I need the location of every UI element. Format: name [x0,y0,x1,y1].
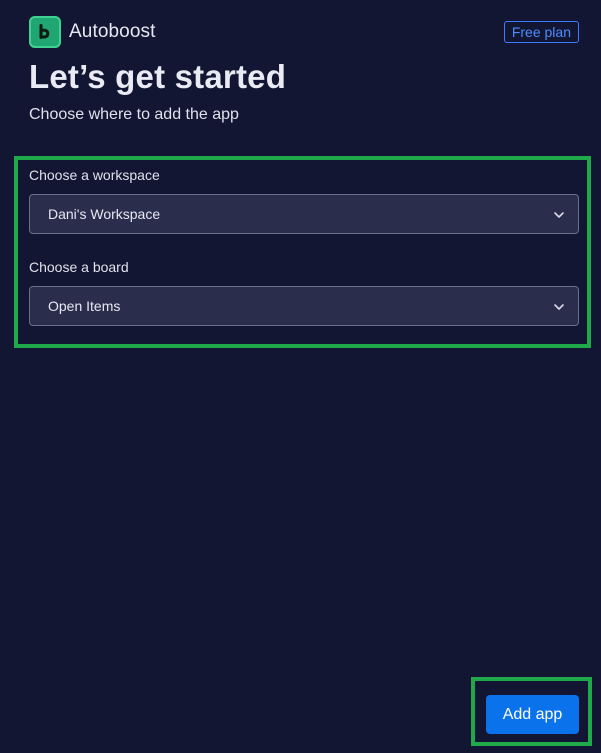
board-selected-value: Open Items [48,298,121,314]
workspace-select[interactable]: Dani's Workspace [29,194,579,234]
add-app-button[interactable]: Add app [486,695,579,734]
board-label: Choose a board [29,259,129,275]
chevron-down-icon [553,301,565,313]
workspace-label: Choose a workspace [29,167,160,183]
chevron-down-icon [553,209,565,221]
app-name: Autoboost [69,21,156,42]
board-select[interactable]: Open Items [29,286,579,326]
page-subtitle: Choose where to add the app [29,106,239,123]
app-logo [29,16,61,48]
page-title: Let’s get started [29,58,287,95]
workspace-selected-value: Dani's Workspace [48,206,161,222]
brand-logo-icon [39,24,50,39]
plan-badge[interactable]: Free plan [503,21,579,43]
